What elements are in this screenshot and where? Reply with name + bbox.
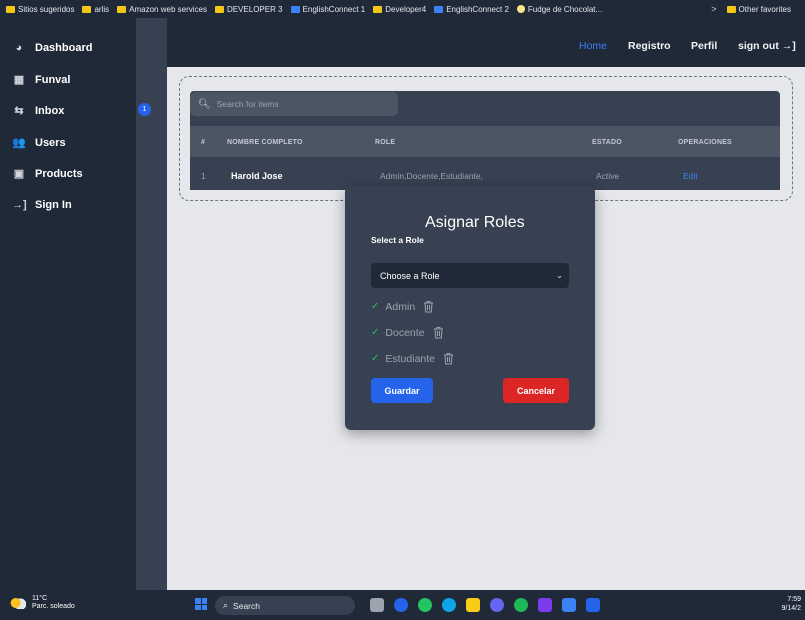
whatsapp-icon[interactable] bbox=[418, 598, 432, 612]
users-icon: 👥 bbox=[12, 137, 26, 149]
nav-perfil-link[interactable]: Perfil bbox=[691, 40, 717, 52]
role-item-estudiante: ✓ Estudiante bbox=[371, 352, 454, 365]
role-select-value: Choose a Role bbox=[380, 270, 440, 281]
header-role: ROLE bbox=[375, 139, 396, 146]
trash-icon[interactable] bbox=[443, 352, 454, 365]
cancel-button[interactable]: Cancelar bbox=[503, 378, 569, 403]
word-icon[interactable] bbox=[586, 598, 600, 612]
check-icon: ✓ bbox=[371, 327, 380, 338]
row-number: 1 bbox=[201, 171, 206, 181]
header-operations: OPERACIONES bbox=[678, 139, 732, 146]
inbox-count-badge: 1 bbox=[138, 103, 151, 116]
search-icon: 🔍︎ bbox=[198, 98, 211, 110]
row-edit-link[interactable]: Edit bbox=[683, 171, 698, 181]
nav-signout-link[interactable]: sign out →] bbox=[738, 40, 796, 52]
modal-subtitle: Select a Role bbox=[371, 235, 424, 245]
sidebar-item-signin[interactable]: →] Sign In bbox=[12, 199, 72, 211]
bookmark-developer3[interactable]: DEVELOPER 3 bbox=[214, 5, 283, 14]
role-item-admin: ✓ Admin bbox=[371, 300, 434, 313]
meet-icon[interactable] bbox=[394, 598, 408, 612]
bookmark-arlis[interactable]: arlis bbox=[82, 5, 109, 14]
row-name: Harold Jose bbox=[231, 171, 283, 181]
folder-icon bbox=[726, 5, 736, 13]
weather-icon bbox=[10, 597, 26, 609]
bookmarks-bar: Sitios sugeridos arlis Amazon web servic… bbox=[0, 0, 805, 18]
role-item-docente: ✓ Docente bbox=[371, 326, 444, 339]
file-explorer-icon[interactable] bbox=[466, 598, 480, 612]
save-button[interactable]: Guardar bbox=[371, 378, 433, 403]
grid-icon: ▦ bbox=[13, 74, 25, 86]
chevron-right-icon[interactable]: > bbox=[711, 4, 716, 14]
folder-icon bbox=[117, 5, 127, 13]
folder-icon bbox=[373, 5, 383, 13]
bookmark-aws[interactable]: Amazon web services bbox=[117, 5, 207, 14]
bag-icon: ▣ bbox=[13, 168, 25, 180]
sidebar-item-inbox[interactable]: ⇆ Inbox bbox=[12, 104, 64, 118]
nav-home-link[interactable]: Home bbox=[579, 40, 607, 52]
app-icon bbox=[434, 5, 444, 13]
modal-title: Asignar Roles bbox=[425, 214, 525, 231]
app-icon bbox=[290, 5, 300, 13]
bookmark-fudge[interactable]: Fudge de Chocolat... bbox=[516, 5, 602, 14]
sidebar-item-users[interactable]: 👥 Users bbox=[12, 136, 65, 150]
search-icon: ⌕ bbox=[223, 600, 229, 610]
inbox-icon: ⇆ bbox=[14, 105, 24, 117]
row-status: Active bbox=[596, 171, 620, 181]
header-number: # bbox=[201, 139, 206, 146]
bookmark-englishconnect2[interactable]: EnglishConnect 2 bbox=[434, 5, 509, 14]
taskbar-search[interactable]: ⌕ Search bbox=[215, 596, 355, 615]
sign-out-icon: →] bbox=[781, 40, 796, 52]
teams-icon[interactable] bbox=[538, 598, 552, 612]
search-box: 🔍︎ bbox=[190, 92, 398, 116]
spotify-icon[interactable] bbox=[514, 598, 528, 612]
role-select[interactable]: Choose a Role ⌄ bbox=[371, 263, 569, 288]
sidebar-item-products[interactable]: ▣ Products bbox=[12, 167, 83, 181]
sign-in-icon: →] bbox=[12, 199, 27, 211]
system-clock[interactable]: 7:59 9/14/2 bbox=[782, 595, 801, 613]
sidebar-item-dashboard[interactable]: ◕ Dashboard bbox=[12, 42, 93, 54]
weather-condition: Parc. soleado bbox=[32, 603, 75, 610]
check-icon: ✓ bbox=[371, 353, 380, 364]
vscode-icon[interactable] bbox=[562, 598, 576, 612]
folder-icon bbox=[82, 5, 92, 13]
trash-icon[interactable] bbox=[433, 326, 444, 339]
windows-start-icon[interactable] bbox=[195, 598, 207, 610]
bookmark-englishconnect1[interactable]: EnglishConnect 1 bbox=[290, 5, 365, 14]
folder-icon bbox=[214, 5, 224, 13]
pie-chart-icon: ◕ bbox=[15, 42, 23, 54]
chevron-down-icon: ⌄ bbox=[556, 271, 563, 280]
task-view-icon[interactable] bbox=[370, 598, 384, 612]
bookmark-developer4[interactable]: Developer4 bbox=[373, 5, 426, 14]
discord-icon[interactable] bbox=[490, 598, 504, 612]
trash-icon[interactable] bbox=[423, 300, 434, 313]
header-status: ESTADO bbox=[592, 139, 622, 146]
sidebar-item-funval[interactable]: ▦ Funval bbox=[12, 73, 71, 87]
row-role: Admin,Docente,Estudiante, bbox=[380, 171, 484, 181]
edge-icon[interactable] bbox=[442, 598, 456, 612]
nav-registro-link[interactable]: Registro bbox=[628, 40, 671, 52]
weather-temp: 11°C bbox=[32, 595, 48, 602]
site-icon bbox=[516, 5, 525, 13]
header-name: NOMBRE COMPLETO bbox=[227, 139, 303, 146]
search-input[interactable] bbox=[216, 99, 387, 109]
check-icon: ✓ bbox=[371, 301, 380, 312]
bookmark-sitios[interactable]: Sitios sugeridos bbox=[6, 5, 74, 14]
weather-widget[interactable]: 11°C Parc. soleado bbox=[10, 595, 75, 611]
bookmark-other-favorites[interactable]: Other favorites bbox=[726, 5, 791, 14]
folder-icon bbox=[6, 5, 15, 13]
